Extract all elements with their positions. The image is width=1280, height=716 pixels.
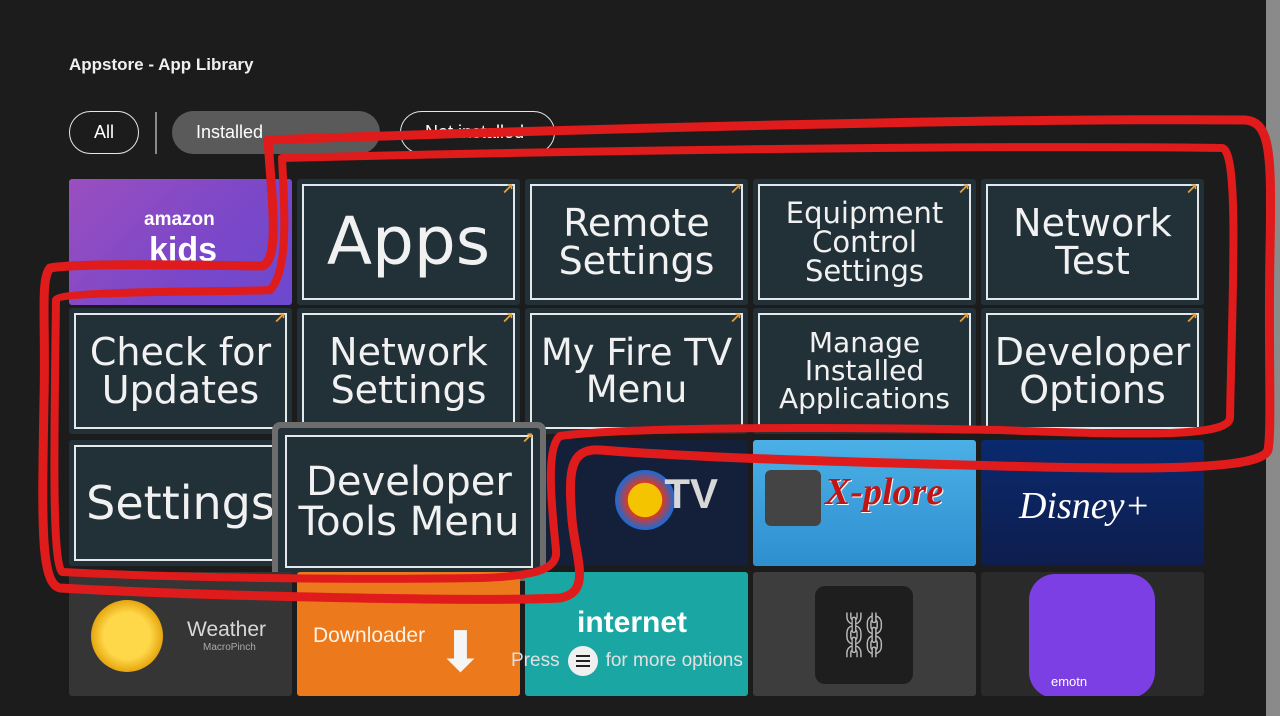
tile-label: Check for Updates: [89, 330, 272, 412]
tile-label: Developer Options: [994, 330, 1191, 412]
external-arrow-icon: ↗: [957, 309, 970, 327]
tile-label: Settings: [86, 476, 275, 530]
external-arrow-icon: ↗: [521, 429, 534, 447]
check-for-updates-tile[interactable]: Check for Updates ↗: [69, 308, 292, 434]
tile-label: Developer Tools Menu: [298, 458, 520, 545]
amazon-kids-line1: amazon: [144, 209, 215, 230]
xplore-tools-icon: [765, 470, 821, 526]
page-title: Appstore - App Library: [69, 55, 254, 74]
internet-label: internet: [577, 606, 688, 639]
filter-divider: [155, 112, 157, 154]
external-arrow-icon: ↗: [957, 180, 970, 198]
options-hint: Press for more options: [511, 646, 743, 676]
menu-icon: [567, 646, 598, 676]
tile-label: My Fire TV Menu: [540, 331, 733, 411]
internet-tile[interactable]: internet: [525, 572, 748, 696]
filter-all[interactable]: All: [69, 111, 139, 154]
developer-tools-menu-tile[interactable]: Developer Tools Menu ↗: [278, 428, 540, 575]
external-arrow-icon: ↗: [1185, 180, 1198, 198]
settings-tile[interactable]: Settings: [69, 440, 292, 566]
weather-label: Weather: [187, 618, 266, 641]
external-arrow-icon: ↗: [273, 309, 286, 327]
hint-prefix: Press: [511, 650, 560, 671]
weather-tile[interactable]: Weather MacroPinch: [69, 572, 292, 696]
unlink-icon: ⛓: [815, 586, 913, 684]
external-arrow-icon: ↗: [501, 180, 514, 198]
emotn-bag-icon: [1029, 574, 1155, 696]
weather-sub: MacroPinch: [203, 642, 256, 653]
developer-options-tile[interactable]: Developer Options ↗: [981, 308, 1204, 434]
disney-label: Disney+: [1019, 485, 1151, 527]
remote-settings-tile[interactable]: Remote Settings ↗: [525, 179, 748, 305]
amazon-kids-tile[interactable]: amazon kids: [69, 179, 292, 305]
unlinked-app-tile[interactable]: ⛓: [753, 572, 976, 696]
external-arrow-icon: ↗: [1185, 309, 1198, 327]
downloader-label: Downloader: [313, 624, 426, 647]
xplore-tile[interactable]: X-plore: [753, 440, 976, 566]
download-arrow-icon: ⬇: [437, 620, 484, 685]
equipment-control-settings-tile[interactable]: Equipment Control Settings ↗: [753, 179, 976, 305]
filter-not-installed[interactable]: Not installed: [400, 111, 555, 154]
my-fire-tv-menu-tile[interactable]: My Fire TV Menu ↗: [525, 308, 748, 434]
disney-plus-tile[interactable]: Disney+: [981, 440, 1204, 566]
xplore-label: X-plore: [825, 471, 944, 513]
hint-suffix: for more options: [605, 650, 743, 671]
emotn-label: emotn: [1051, 674, 1088, 689]
tile-label: Remote Settings: [558, 201, 715, 283]
tile-label: Network Test: [1013, 201, 1172, 283]
redbull-tv-label: TV: [664, 470, 718, 517]
external-arrow-icon: ↗: [729, 180, 742, 198]
apps-tile[interactable]: Apps ↗: [297, 179, 520, 305]
emotn-tile[interactable]: emotn: [981, 572, 1204, 696]
external-arrow-icon: ↗: [501, 309, 514, 327]
tile-label: Apps: [326, 203, 491, 280]
downloader-tile[interactable]: Downloader ⬇: [297, 572, 520, 696]
tile-label: Manage Installed Applications: [778, 326, 951, 415]
network-test-tile[interactable]: Network Test ↗: [981, 179, 1204, 305]
filter-installed[interactable]: Installed: [172, 111, 380, 154]
network-settings-tile[interactable]: Network Settings ↗: [297, 308, 520, 434]
manage-installed-applications-tile[interactable]: Manage Installed Applications ↗: [753, 308, 976, 434]
redbull-tv-tile[interactable]: TV: [525, 440, 748, 566]
sun-icon: [91, 600, 163, 672]
tile-label: Network Settings: [329, 330, 488, 412]
amazon-kids-line2: kids: [149, 231, 218, 269]
scrollbar-edge: [1266, 0, 1280, 716]
external-arrow-icon: ↗: [729, 309, 742, 327]
tile-label: Equipment Control Settings: [785, 195, 944, 288]
